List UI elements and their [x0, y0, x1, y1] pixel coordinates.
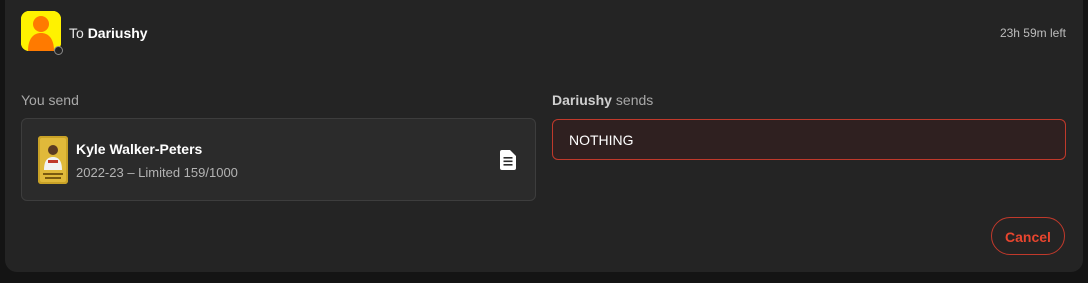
recipient-name: Dariushy [87, 25, 148, 41]
received-item-field: NOTHING [552, 119, 1066, 160]
user-silhouette-icon [21, 11, 61, 51]
item-details: 2022-23 – Limited 159/1000 [76, 165, 238, 180]
player-card-image [38, 136, 68, 184]
received-item-value: NOTHING [569, 132, 634, 148]
offered-item[interactable]: Kyle Walker-Peters 2022-23 – Limited 159… [21, 118, 536, 201]
title-prefix: To [69, 25, 84, 41]
cancel-button[interactable]: Cancel [991, 217, 1065, 255]
item-name: Kyle Walker-Peters [76, 141, 203, 157]
trade-card: To Dariushy 23h 59m left You send Darius… [5, 0, 1083, 272]
you-send-label: You send [21, 92, 79, 108]
they-send-name: Dariushy [552, 92, 612, 108]
they-send-label: Dariushy sends [552, 92, 653, 108]
player-card-thumbnail [38, 136, 68, 184]
they-send-suffix: sends [615, 92, 654, 108]
avatar[interactable] [21, 11, 61, 51]
document-icon[interactable] [500, 150, 516, 170]
status-indicator [54, 46, 63, 55]
trade-title: To Dariushy [69, 25, 148, 41]
time-remaining: 23h 59m left [999, 26, 1066, 40]
